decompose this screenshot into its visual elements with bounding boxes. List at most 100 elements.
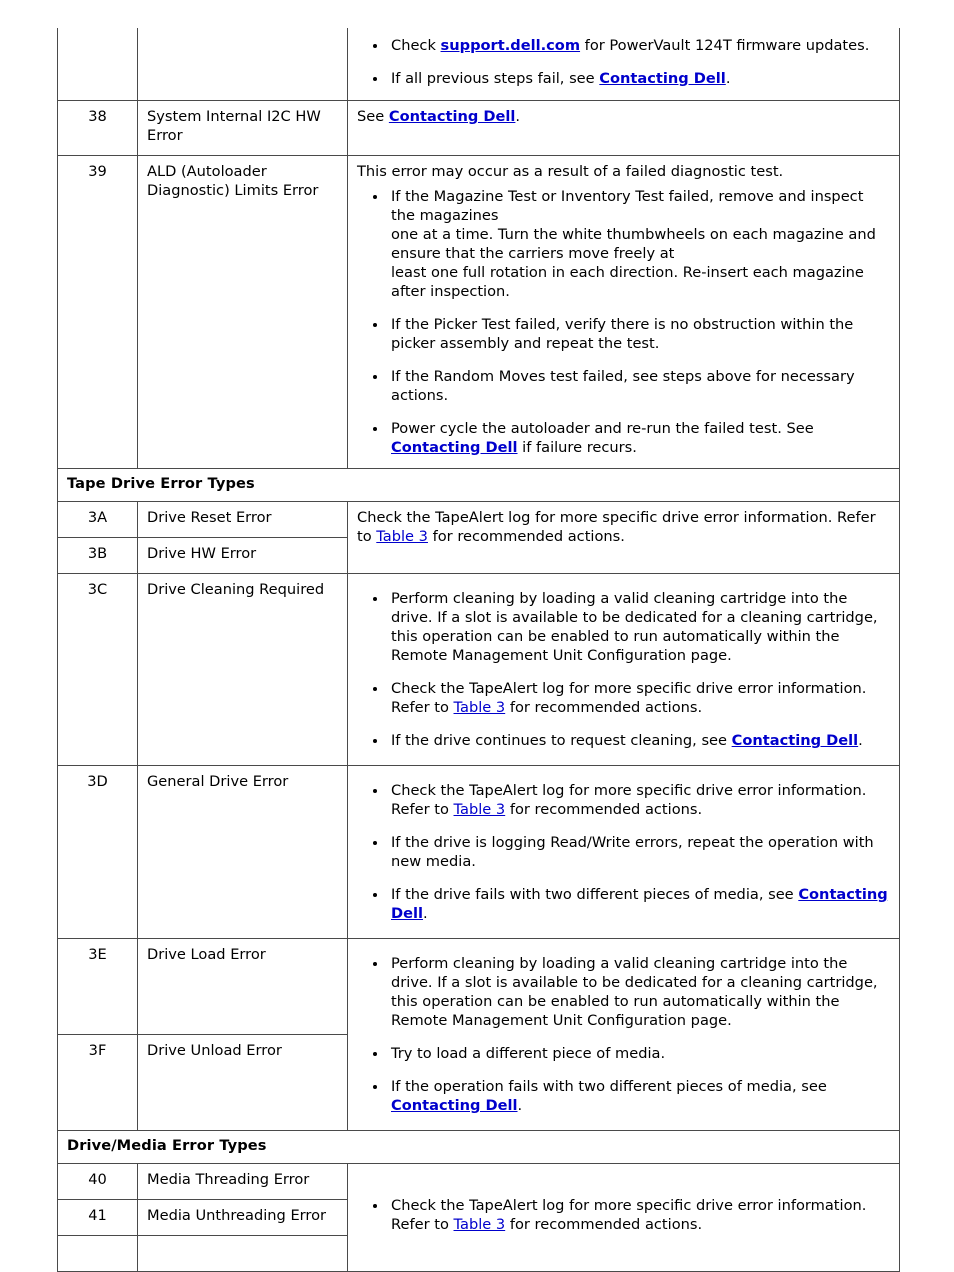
- list-item: If the Random Moves test failed, see ste…: [388, 368, 890, 406]
- cell-desc-39: This error may occur as a result of a fa…: [347, 154, 900, 470]
- list-item: Perform cleaning by loading a valid clea…: [388, 955, 890, 1031]
- cell-code-clipped: [57, 28, 138, 101]
- cell-name-3D: General Drive Error: [137, 765, 348, 939]
- cell-name-40: Media Threading Error: [137, 1162, 348, 1200]
- list-item: Check support.dell.com for PowerVault 12…: [388, 37, 890, 56]
- cell-code-3A: 3A: [57, 501, 138, 539]
- support-dell-link[interactable]: support.dell.com: [441, 37, 581, 54]
- text-fragment: If the drive fails with two different pi…: [391, 886, 799, 904]
- text-fragment: If the drive continues to request cleani…: [391, 732, 732, 750]
- list-item: Perform cleaning by loading a valid clea…: [388, 590, 890, 666]
- text-fragment: If the operation fails with two differen…: [391, 1077, 827, 1095]
- cell-code-3C: 3C: [57, 573, 138, 767]
- section-header-tape-drive: Tape Drive Error Types: [57, 468, 900, 503]
- cell-code-3D: 3D: [57, 765, 138, 939]
- cell-desc-3E-3F: Perform cleaning by loading a valid clea…: [347, 937, 900, 1131]
- list-item: Check the TapeAlert log for more specifi…: [388, 782, 890, 820]
- action-list: Perform cleaning by loading a valid clea…: [357, 955, 890, 1116]
- cell-desc-3A-3B: Check the TapeAlert log for more specifi…: [347, 501, 900, 575]
- text-fragment: .: [515, 107, 521, 125]
- cell-code-38: 38: [57, 99, 138, 156]
- text-fragment: one at a time. Turn the white thumbwheel…: [391, 225, 876, 262]
- list-item: Try to load a different piece of media.: [388, 1045, 890, 1064]
- cell-name-3F: Drive Unload Error: [137, 1033, 348, 1131]
- section-header-drive-media: Drive/Media Error Types: [57, 1129, 900, 1164]
- list-item: If the drive is logging Read/Write error…: [388, 834, 890, 872]
- cell-name-38: System Internal I2C HW Error: [137, 99, 348, 156]
- text-fragment: Power cycle the autoloader and re-run th…: [391, 419, 814, 437]
- table-row: Check support.dell.com for PowerVault 12…: [57, 28, 900, 101]
- action-list: Check the TapeAlert log for more specifi…: [357, 1197, 890, 1235]
- cell-desc-40-41: Check the TapeAlert log for more specifi…: [347, 1162, 900, 1272]
- table3-link[interactable]: Table 3: [454, 699, 506, 716]
- text-fragment: if failure recurs.: [517, 438, 637, 456]
- text-fragment: If the Magazine Test or Inventory Test f…: [391, 187, 864, 224]
- list-item: If the Magazine Test or Inventory Test f…: [388, 188, 890, 302]
- table-row: 38 System Internal I2C HW Error See Cont…: [57, 99, 900, 156]
- table-row: 40 Media Threading Error Check the TapeA…: [57, 1162, 900, 1272]
- text-fragment: for recommended actions.: [505, 1216, 703, 1234]
- cell-desc-38: See Contacting Dell.: [347, 99, 900, 156]
- cell-name-3E: Drive Load Error: [137, 937, 348, 1035]
- contacting-dell-link[interactable]: Contacting Dell: [391, 439, 518, 456]
- description-lead: This error may occur as a result of a fa…: [357, 162, 784, 180]
- list-item: If the drive fails with two different pi…: [388, 886, 890, 924]
- table3-link[interactable]: Table 3: [454, 1216, 506, 1233]
- table-row: 3E Drive Load Error Perform cleaning by …: [57, 937, 900, 1131]
- document-page: Check support.dell.com for PowerVault 12…: [0, 0, 954, 1272]
- list-item: If the Picker Test failed, verify there …: [388, 316, 890, 354]
- text-fragment: If all previous steps fail, see: [391, 69, 600, 87]
- action-list: Check support.dell.com for PowerVault 12…: [357, 37, 890, 89]
- action-list: If the Magazine Test or Inventory Test f…: [357, 188, 890, 458]
- list-item: If the drive continues to request cleani…: [388, 732, 890, 751]
- cell-code-3E: 3E: [57, 937, 138, 1035]
- action-list: Perform cleaning by loading a valid clea…: [357, 590, 890, 751]
- table3-link[interactable]: Table 3: [376, 528, 428, 545]
- table-section-header-row: Tape Drive Error Types: [57, 468, 900, 503]
- list-item: If the operation fails with two differen…: [388, 1078, 890, 1116]
- cell-desc-3C: Perform cleaning by loading a valid clea…: [347, 573, 900, 767]
- contacting-dell-link[interactable]: Contacting Dell: [732, 732, 859, 749]
- text-fragment: for recommended actions.: [505, 699, 703, 717]
- text-fragment: for recommended actions.: [427, 528, 625, 546]
- list-item: If all previous steps fail, see Contacti…: [388, 70, 890, 89]
- text-fragment: least one full rotation in each directio…: [391, 263, 864, 300]
- cell-code-41: 41: [57, 1198, 138, 1236]
- cell-desc-3D: Check the TapeAlert log for more specifi…: [347, 765, 900, 939]
- cell-name-41: Media Unthreading Error: [137, 1198, 348, 1236]
- list-item: Check the TapeAlert log for more specifi…: [388, 1197, 890, 1235]
- text-fragment: .: [423, 905, 428, 922]
- list-item: Power cycle the autoloader and re-run th…: [388, 420, 890, 458]
- text-fragment: for PowerVault 124T firmware updates.: [580, 37, 870, 54]
- list-item: Check the TapeAlert log for more specifi…: [388, 680, 890, 718]
- cell-code-39: 39: [57, 154, 138, 470]
- cell-name-clipped-bottom: [137, 1234, 348, 1272]
- text-fragment: .: [725, 69, 731, 87]
- contacting-dell-link[interactable]: Contacting Dell: [599, 70, 726, 87]
- table3-link[interactable]: Table 3: [454, 801, 506, 818]
- text-fragment: .: [517, 1096, 523, 1114]
- cell-name-3B: Drive HW Error: [137, 537, 348, 575]
- cell-name-clipped: [137, 28, 348, 101]
- contacting-dell-link[interactable]: Contacting Dell: [389, 108, 516, 125]
- table-row: 39 ALD (Autoloader Diagnostic) Limits Er…: [57, 154, 900, 470]
- cell-code-3B: 3B: [57, 537, 138, 575]
- text-fragment: .: [858, 732, 863, 750]
- description-text: See Contacting Dell.: [357, 108, 890, 127]
- error-codes-table: Check support.dell.com for PowerVault 12…: [57, 28, 900, 1272]
- text-fragment: for recommended actions.: [505, 801, 703, 819]
- cell-desc-clipped: Check support.dell.com for PowerVault 12…: [347, 28, 900, 101]
- cell-name-3C: Drive Cleaning Required: [137, 573, 348, 767]
- table-row: 3C Drive Cleaning Required Perform clean…: [57, 573, 900, 767]
- table-section-header-row: Drive/Media Error Types: [57, 1129, 900, 1164]
- table-row: 3A Drive Reset Error Check the TapeAlert…: [57, 501, 900, 575]
- contacting-dell-link[interactable]: Contacting Dell: [391, 1097, 518, 1114]
- cell-name-3A: Drive Reset Error: [137, 501, 348, 539]
- cell-code-clipped-bottom: [57, 1234, 138, 1272]
- description-text: Check the TapeAlert log for more specifi…: [357, 509, 890, 547]
- cell-code-40: 40: [57, 1162, 138, 1200]
- action-list: Check the TapeAlert log for more specifi…: [357, 782, 890, 924]
- table-row: 3D General Drive Error Check the TapeAle…: [57, 765, 900, 939]
- cell-name-39: ALD (Autoloader Diagnostic) Limits Error: [137, 154, 348, 470]
- text-fragment: Check: [391, 37, 441, 54]
